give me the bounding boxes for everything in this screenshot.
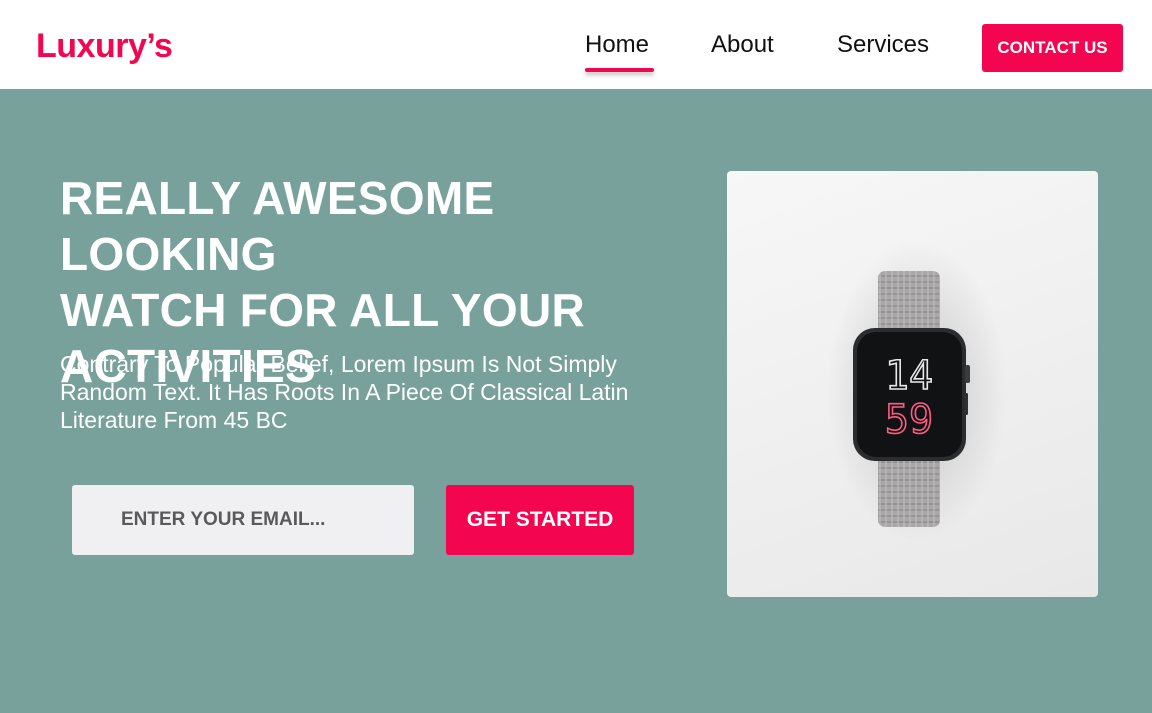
contact-us-button[interactable]: CONTACT US [982, 24, 1123, 72]
hero-title-line: WATCH FOR ALL YOUR [60, 284, 586, 336]
nav-link-services[interactable]: Services [837, 30, 929, 60]
brand-logo[interactable]: Luxury’s [36, 26, 173, 66]
nav-link-about[interactable]: About [711, 30, 774, 60]
hero-subtitle-line: Literature From 45 BC [60, 407, 288, 433]
watch-hour-digits: 14 [885, 353, 933, 399]
get-started-button[interactable]: GET STARTED [446, 485, 634, 555]
hero-subtitle-line: Contrary To Popular Belief, Lorem Ipsum … [60, 351, 617, 377]
top-navbar: Luxury’s Home About Services CONTACT US [0, 0, 1152, 89]
nav-link-home[interactable]: Home [585, 30, 649, 60]
active-nav-indicator [585, 68, 654, 72]
email-input[interactable] [72, 485, 414, 555]
hero-subtitle: Contrary To Popular Belief, Lorem Ipsum … [60, 350, 680, 434]
watch-minute-digits: 59 [885, 397, 933, 443]
smartwatch-product-image: 14 59 [727, 171, 1098, 597]
smartwatch-illustration: 14 59 [827, 241, 1007, 541]
hero-subtitle-line: Random Text. It Has Roots In A Piece Of … [60, 379, 629, 405]
hero-title-line: REALLY AWESOME LOOKING [60, 172, 495, 280]
